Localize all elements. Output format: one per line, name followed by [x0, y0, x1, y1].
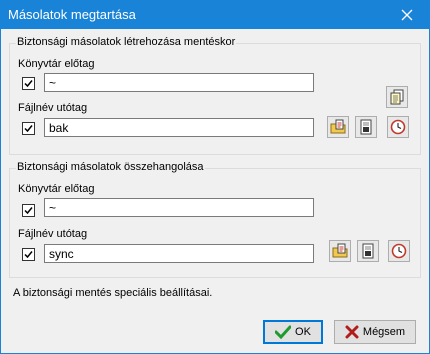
close-icon — [401, 9, 413, 21]
checkmark-icon — [275, 325, 292, 339]
sync-dir-prefix-input[interactable]: ~ — [44, 198, 314, 217]
sync-folder-doc-button[interactable] — [329, 240, 351, 262]
sync-dir-prefix-label: Könyvtár előtag — [18, 183, 95, 195]
sync-file-suffix-input[interactable]: sync — [44, 244, 314, 263]
sync-backup-legend: Biztonsági másolatok összehangolása — [16, 161, 205, 173]
create-dir-prefix-input[interactable]: ~ — [44, 73, 314, 92]
filename-document-icon — [362, 243, 374, 259]
create-filename-doc-button[interactable] — [355, 116, 377, 138]
create-file-suffix-input[interactable]: bak — [44, 118, 314, 137]
cancel-label: Mégsem — [362, 326, 406, 338]
sync-filename-doc-button[interactable] — [357, 240, 379, 262]
window-title: Másolatok megtartása — [8, 7, 136, 22]
copy-settings-icon — [390, 89, 404, 105]
sync-file-suffix-checkbox[interactable] — [22, 248, 35, 261]
ok-label: OK — [295, 326, 311, 338]
title-bar: Másolatok megtartása — [1, 1, 429, 29]
create-dir-prefix-label: Könyvtár előtag — [18, 58, 95, 70]
folder-document-icon — [332, 243, 348, 258]
sync-file-suffix-label: Fájlnév utótag — [18, 228, 88, 240]
checkmark-icon — [24, 207, 33, 215]
create-file-suffix-label: Fájlnév utótag — [18, 102, 88, 114]
checkmark-icon — [24, 80, 33, 88]
create-folder-doc-button[interactable] — [327, 116, 349, 138]
cancel-x-icon — [345, 325, 359, 339]
folder-document-icon — [330, 119, 346, 134]
dialog-window: Másolatok megtartása Biztonsági másolato… — [0, 0, 430, 354]
ok-button[interactable]: OK — [263, 320, 323, 344]
clock-icon — [391, 243, 407, 259]
sync-dir-prefix-checkbox[interactable] — [22, 204, 35, 217]
filename-document-icon — [360, 119, 372, 135]
checkmark-icon — [24, 251, 33, 259]
checkmark-icon — [24, 125, 33, 133]
info-text: A biztonsági mentés speciális beállítása… — [13, 287, 213, 299]
create-copy-settings-button[interactable] — [386, 86, 408, 108]
create-backup-group: Biztonsági másolatok létrehozása mentésk… — [9, 36, 421, 155]
clock-icon — [390, 119, 406, 135]
cancel-button[interactable]: Mégsem — [334, 320, 416, 344]
create-file-suffix-checkbox[interactable] — [22, 122, 35, 135]
close-button[interactable] — [385, 1, 429, 29]
create-backup-legend: Biztonsági másolatok létrehozása mentésk… — [16, 36, 237, 48]
create-dir-prefix-checkbox[interactable] — [22, 77, 35, 90]
sync-backup-group: Biztonsági másolatok összehangolása Köny… — [9, 161, 421, 278]
create-clock-button[interactable] — [387, 116, 409, 138]
sync-clock-button[interactable] — [388, 240, 410, 262]
